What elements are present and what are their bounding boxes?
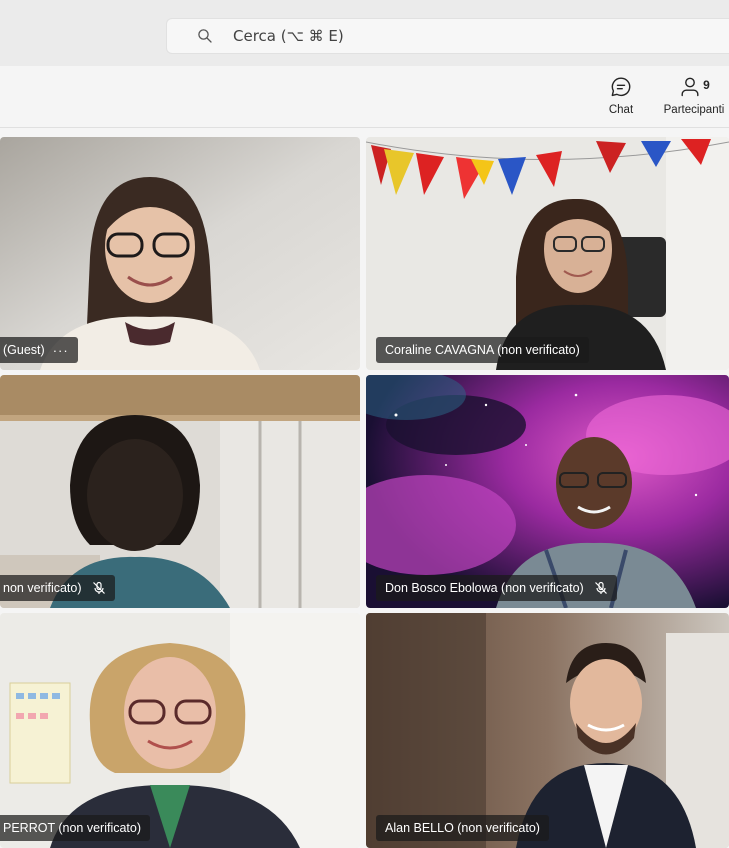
participant-name: Coraline CAVAGNA (non verificato) bbox=[385, 343, 580, 357]
chat-button[interactable]: Chat bbox=[603, 74, 639, 116]
video-tile-unverified[interactable]: non verificato) bbox=[0, 375, 360, 608]
participant-name-tag: non verificato) bbox=[0, 575, 115, 601]
participant-name: Don Bosco Ebolowa (non verificato) bbox=[385, 581, 584, 595]
participant-name: (Guest) bbox=[3, 343, 45, 357]
search-input[interactable]: Cerca (⌥ ⌘ E) bbox=[166, 18, 729, 54]
participant-name: Alan BELLO (non verificato) bbox=[385, 821, 540, 835]
participant-video bbox=[0, 613, 360, 848]
more-options-icon[interactable]: ··· bbox=[53, 343, 69, 358]
chat-label: Chat bbox=[608, 104, 634, 116]
title-bar: Cerca (⌥ ⌘ E) bbox=[0, 0, 729, 66]
participant-name-tag: Don Bosco Ebolowa (non verificato) bbox=[376, 575, 617, 601]
participant-name: PERROT (non verificato) bbox=[3, 821, 142, 835]
participant-video bbox=[0, 137, 360, 370]
video-tile-guest[interactable]: (Guest) ··· bbox=[0, 137, 360, 370]
participant-name-tag: (Guest) ··· bbox=[0, 337, 78, 363]
participant-name: non verificato) bbox=[3, 581, 82, 595]
people-icon bbox=[681, 77, 699, 97]
participant-video bbox=[366, 137, 729, 370]
participant-name-tag: PERROT (non verificato) bbox=[0, 815, 151, 841]
mic-off-icon bbox=[92, 581, 105, 594]
video-tile-alan-bello[interactable]: Alan BELLO (non verificato) bbox=[366, 613, 729, 848]
mic-off-icon bbox=[594, 581, 607, 594]
participant-name-tag: Coraline CAVAGNA (non verificato) bbox=[376, 337, 589, 363]
participant-video bbox=[0, 375, 360, 608]
search-icon bbox=[198, 29, 212, 43]
participants-count: 9 bbox=[703, 78, 710, 92]
video-tile-coraline[interactable]: Coraline CAVAGNA (non verificato) bbox=[366, 137, 729, 370]
video-tile-don-bosco[interactable]: Don Bosco Ebolowa (non verificato) bbox=[366, 375, 729, 608]
search-placeholder: Cerca (⌥ ⌘ E) bbox=[233, 27, 344, 45]
chat-icon bbox=[611, 77, 631, 97]
participant-video bbox=[366, 613, 729, 848]
participants-button[interactable]: 9 Partecipanti bbox=[655, 74, 729, 116]
video-tile-perrot[interactable]: PERROT (non verificato) bbox=[0, 613, 360, 848]
participants-label: Partecipanti bbox=[663, 104, 725, 116]
video-grid: (Guest) ··· Coraline CAVAGNA (non verifi… bbox=[0, 128, 729, 848]
participant-video bbox=[366, 375, 729, 608]
participant-name-tag: Alan BELLO (non verificato) bbox=[376, 815, 549, 841]
meeting-toolbar: Chat 9 Partecipanti bbox=[0, 66, 729, 128]
